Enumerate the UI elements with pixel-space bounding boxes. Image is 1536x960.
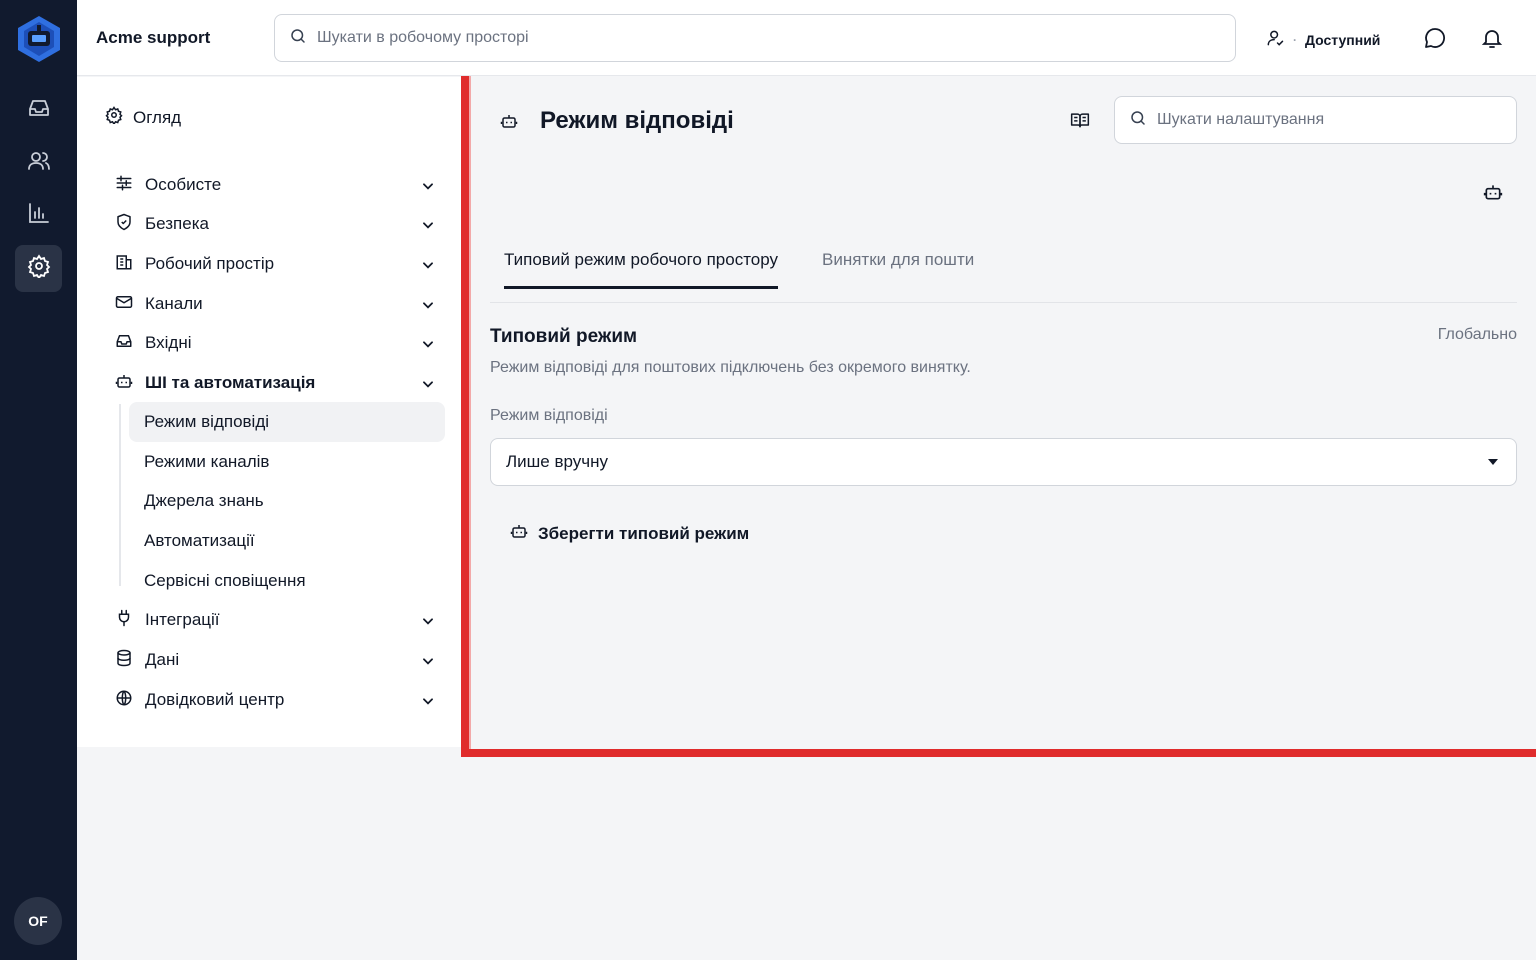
- settings-nav: Огляд Особисте Безпека Робочий простір К…: [77, 77, 461, 747]
- nav-overview-label: Огляд: [133, 107, 182, 127]
- search-icon: [289, 27, 307, 50]
- nav-section-label: Безпека: [145, 214, 209, 233]
- nav-section-label: ШІ та автоматизація: [145, 373, 316, 392]
- globe-icon: [115, 689, 133, 712]
- bell-icon[interactable]: [1480, 26, 1504, 50]
- rail-reports-button[interactable]: [15, 192, 62, 239]
- chevron-down-icon: [421, 297, 435, 311]
- bar-chart-icon: [27, 201, 51, 230]
- book-open-icon[interactable]: [1070, 110, 1090, 135]
- nav-section-personal[interactable]: Особисте: [115, 173, 435, 197]
- chevron-down-icon: [421, 257, 435, 271]
- subnav-label: Джерела знань: [144, 491, 264, 510]
- nav-section-label: Довідковий центр: [145, 690, 285, 709]
- inbox-icon: [27, 96, 51, 125]
- database-icon: [115, 649, 133, 672]
- nav-section-workspace[interactable]: Робочий простір: [115, 252, 435, 276]
- users-icon: [27, 149, 51, 178]
- save-default-mode-button[interactable]: Зберегти типовий режим: [510, 522, 749, 545]
- workspace-search-input[interactable]: [317, 29, 1169, 47]
- app-logo-icon[interactable]: [16, 14, 62, 64]
- chevron-down-icon: [421, 336, 435, 350]
- subnav-label: Режим відповіді: [144, 412, 270, 431]
- chevron-down-icon: [421, 653, 435, 667]
- gear-icon: [105, 106, 123, 129]
- bot-icon: [500, 112, 518, 135]
- availability-status[interactable]: · Доступний: [1265, 28, 1380, 51]
- nav-section-label: Робочий простір: [145, 254, 275, 273]
- chat-icon[interactable]: [1423, 26, 1447, 50]
- app-rail: OF: [0, 0, 77, 960]
- settings-search-input[interactable]: [1157, 111, 1506, 129]
- sliders-icon: [115, 174, 133, 197]
- nav-section-integrations[interactable]: Інтеграції: [115, 608, 435, 632]
- subnav-reply-mode[interactable]: Режим відповіді: [129, 402, 445, 442]
- mail-icon: [115, 293, 133, 316]
- reply-mode-label: Режим відповіді: [490, 407, 608, 424]
- rail-contacts-button[interactable]: [15, 140, 62, 187]
- chevron-down-icon: [421, 217, 435, 231]
- bot-icon: [510, 522, 528, 545]
- plug-icon: [115, 609, 133, 632]
- subnav-knowledge-sources[interactable]: Джерела знань: [129, 481, 445, 521]
- subnav-divider: [119, 404, 121, 586]
- nav-section-label: Вхідні: [145, 333, 192, 352]
- user-avatar[interactable]: OF: [14, 897, 62, 945]
- workspace-search[interactable]: [274, 14, 1236, 62]
- building-icon: [115, 253, 133, 276]
- scope-label: Глобально: [1437, 326, 1517, 343]
- subnav-label: Режими каналів: [144, 452, 270, 471]
- select-value: Лише вручну: [506, 452, 609, 471]
- nav-section-channels[interactable]: Канали: [115, 292, 435, 316]
- nav-section-label: Особисте: [145, 175, 222, 194]
- chevron-down-icon: [421, 178, 435, 192]
- nav-section-label: Дані: [145, 650, 180, 669]
- status-label: Доступний: [1305, 31, 1381, 48]
- subnav-label: Автоматизації: [144, 531, 255, 550]
- settings-search[interactable]: [1114, 96, 1517, 144]
- tab-mail-exceptions[interactable]: Винятки для пошти: [822, 250, 974, 286]
- bot-icon[interactable]: [1483, 182, 1503, 207]
- nav-overview[interactable]: Огляд: [105, 106, 181, 129]
- nav-section-data[interactable]: Дані: [115, 648, 435, 672]
- chevron-down-icon: [421, 376, 435, 390]
- tab-bar: Типовий режим робочого простору Винятки …: [490, 246, 1517, 303]
- subnav-channel-modes[interactable]: Режими каналів: [129, 442, 445, 482]
- section-description: Режим відповіді для поштових підключень …: [490, 359, 971, 376]
- user-icon: [1265, 28, 1285, 51]
- save-button-label: Зберегти типовий режим: [538, 523, 750, 543]
- nav-section-label: Інтеграції: [145, 610, 220, 629]
- section-title: Типовий режим: [490, 326, 638, 347]
- gear-icon: [27, 254, 51, 283]
- caret-down-icon: [1488, 459, 1498, 465]
- chevron-down-icon: [421, 693, 435, 707]
- nav-section-ai-automation[interactable]: ШІ та автоматизація: [115, 371, 435, 395]
- status-separator: ·: [1293, 32, 1297, 47]
- nav-section-help-center[interactable]: Довідковий центр: [115, 688, 435, 712]
- subnav-service-notifications[interactable]: Сервісні сповіщення: [129, 561, 445, 601]
- inbox-icon: [115, 332, 133, 355]
- chevron-down-icon: [421, 613, 435, 627]
- panel-edge: [469, 76, 471, 749]
- subnav-automations[interactable]: Автоматизації: [129, 521, 445, 561]
- page-title: Режим відповіді: [540, 107, 734, 134]
- workspace-name[interactable]: Acme support: [96, 28, 210, 48]
- nav-section-security[interactable]: Безпека: [115, 212, 435, 236]
- subnav-label: Сервісні сповіщення: [144, 571, 306, 590]
- shield-icon: [115, 213, 133, 236]
- bot-icon: [115, 372, 133, 395]
- rail-inbox-button[interactable]: [15, 87, 62, 134]
- search-icon: [1129, 109, 1147, 132]
- nav-section-label: Канали: [145, 294, 203, 313]
- tab-workspace-default[interactable]: Типовий режим робочого простору: [504, 250, 779, 289]
- top-bar: Acme support · Доступний: [77, 0, 1536, 76]
- reply-mode-select[interactable]: Лише вручну: [490, 438, 1517, 486]
- main-panel: Режим відповіді Типовий режим робочого п…: [461, 76, 1536, 757]
- nav-section-inbox[interactable]: Вхідні: [115, 331, 435, 355]
- rail-settings-button[interactable]: [15, 245, 62, 292]
